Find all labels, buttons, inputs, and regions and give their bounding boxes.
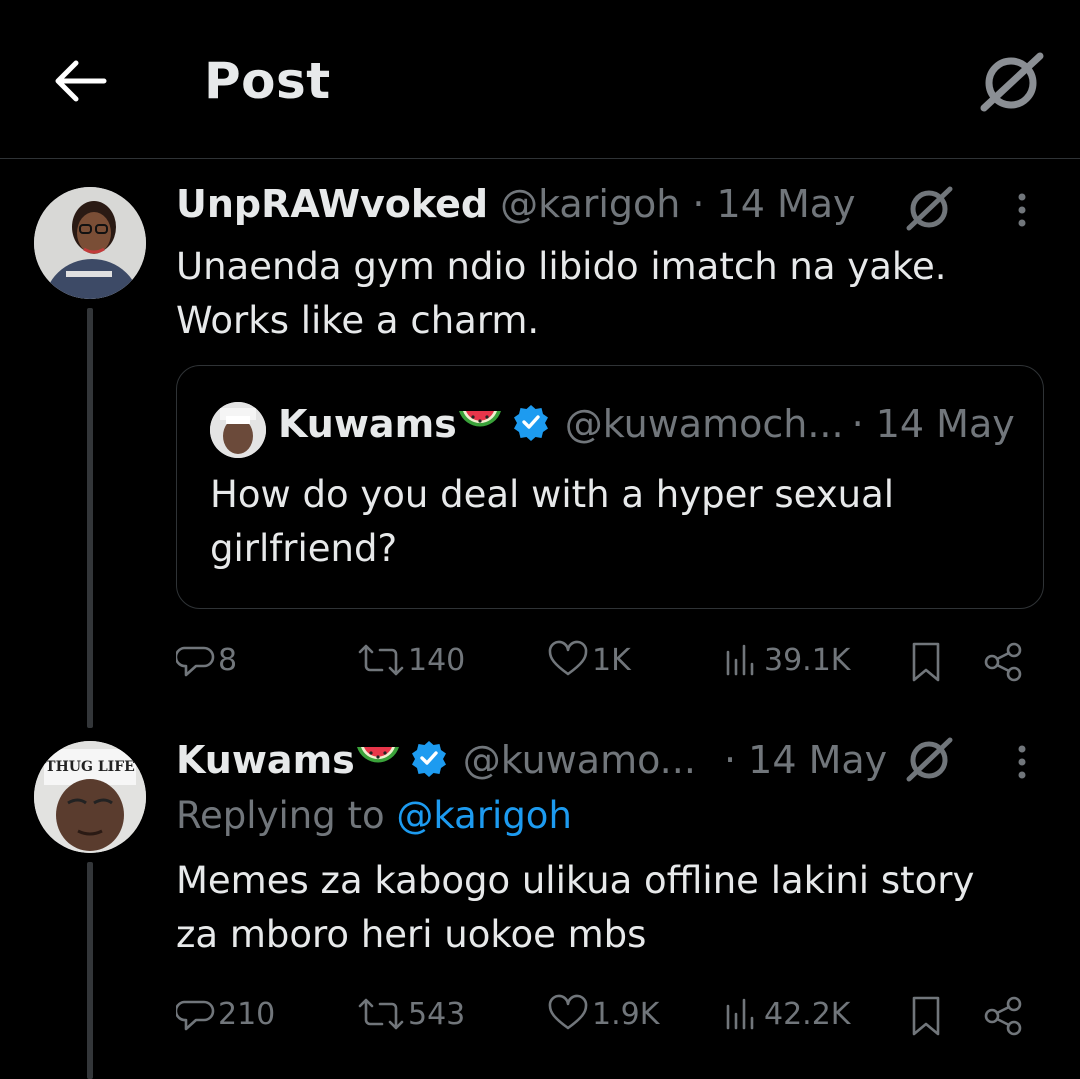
share-icon[interactable] bbox=[982, 640, 1026, 688]
like-count: 1.9K bbox=[592, 996, 660, 1032]
reply-count: 8 bbox=[218, 642, 238, 678]
like-button[interactable]: 1.9K bbox=[546, 994, 659, 1034]
tweet-text: Memes za kabogo ulikua offline lakini st… bbox=[176, 859, 975, 956]
reply-button[interactable]: 8 bbox=[176, 640, 237, 680]
like-icon bbox=[548, 640, 588, 676]
display-name[interactable]: UnpRAWvoked bbox=[176, 182, 488, 226]
timestamp[interactable]: · 14 May bbox=[692, 182, 855, 226]
repost-count: 543 bbox=[408, 996, 466, 1032]
bookmark-icon[interactable] bbox=[906, 640, 946, 688]
watermelon-emoji-icon bbox=[457, 405, 503, 443]
avatar[interactable] bbox=[210, 402, 266, 458]
quote-timestamp[interactable]: · 14 May bbox=[852, 402, 1015, 446]
watermelon-emoji-icon bbox=[355, 741, 401, 779]
reply-count: 210 bbox=[218, 996, 276, 1032]
verified-badge-icon bbox=[409, 738, 449, 782]
back-arrow-icon[interactable] bbox=[52, 58, 108, 104]
view-count: 39.1K bbox=[764, 642, 851, 678]
grok-icon[interactable] bbox=[904, 736, 954, 786]
display-name[interactable]: Kuwams bbox=[176, 738, 355, 782]
avatar[interactable]: THUG LIFE bbox=[34, 741, 146, 853]
repost-count: 140 bbox=[408, 642, 466, 678]
handle[interactable]: @karigoh bbox=[500, 182, 680, 226]
timestamp[interactable]: · 14 May bbox=[724, 738, 887, 782]
replying-to-label: Replying to bbox=[176, 794, 385, 837]
header-divider bbox=[0, 158, 1080, 159]
thread-line bbox=[87, 308, 93, 728]
views-icon bbox=[726, 644, 754, 676]
repost-icon bbox=[358, 998, 404, 1030]
avatar-text: THUG LIFE bbox=[45, 759, 135, 775]
replying-to-link[interactable]: @karigoh bbox=[396, 794, 572, 837]
page-title: Post bbox=[204, 52, 331, 110]
views-button[interactable]: 39.1K bbox=[720, 640, 850, 680]
quote-display-name[interactable]: Kuwams bbox=[278, 402, 457, 446]
repost-icon bbox=[358, 644, 404, 676]
grok-icon[interactable] bbox=[904, 185, 954, 235]
thread-line bbox=[87, 862, 93, 1079]
like-count: 1K bbox=[592, 642, 631, 678]
reply-icon bbox=[176, 1000, 215, 1031]
repost-button[interactable]: 140 bbox=[356, 640, 465, 680]
verified-badge-icon bbox=[511, 402, 551, 446]
like-icon bbox=[548, 994, 588, 1030]
more-icon[interactable] bbox=[1014, 192, 1030, 236]
handle[interactable]: @kuwamo... bbox=[463, 738, 696, 782]
like-button[interactable]: 1K bbox=[546, 640, 631, 680]
share-icon[interactable] bbox=[982, 994, 1026, 1042]
tweet-text: Unaenda gym ndio libido imatch na yake. … bbox=[176, 245, 947, 342]
avatar[interactable] bbox=[34, 187, 146, 299]
reply-icon bbox=[176, 646, 215, 677]
bookmark-icon[interactable] bbox=[906, 994, 946, 1042]
view-count: 42.2K bbox=[764, 996, 851, 1032]
grok-icon[interactable] bbox=[978, 52, 1044, 112]
quote-text: How do you deal with a hyper sexual girl… bbox=[210, 473, 895, 570]
views-icon bbox=[726, 998, 754, 1030]
views-button[interactable]: 42.2K bbox=[720, 994, 850, 1034]
repost-button[interactable]: 543 bbox=[356, 994, 465, 1034]
reply-button[interactable]: 210 bbox=[176, 994, 275, 1034]
more-icon[interactable] bbox=[1014, 744, 1030, 788]
quote-handle[interactable]: @kuwamoch... bbox=[565, 402, 844, 446]
